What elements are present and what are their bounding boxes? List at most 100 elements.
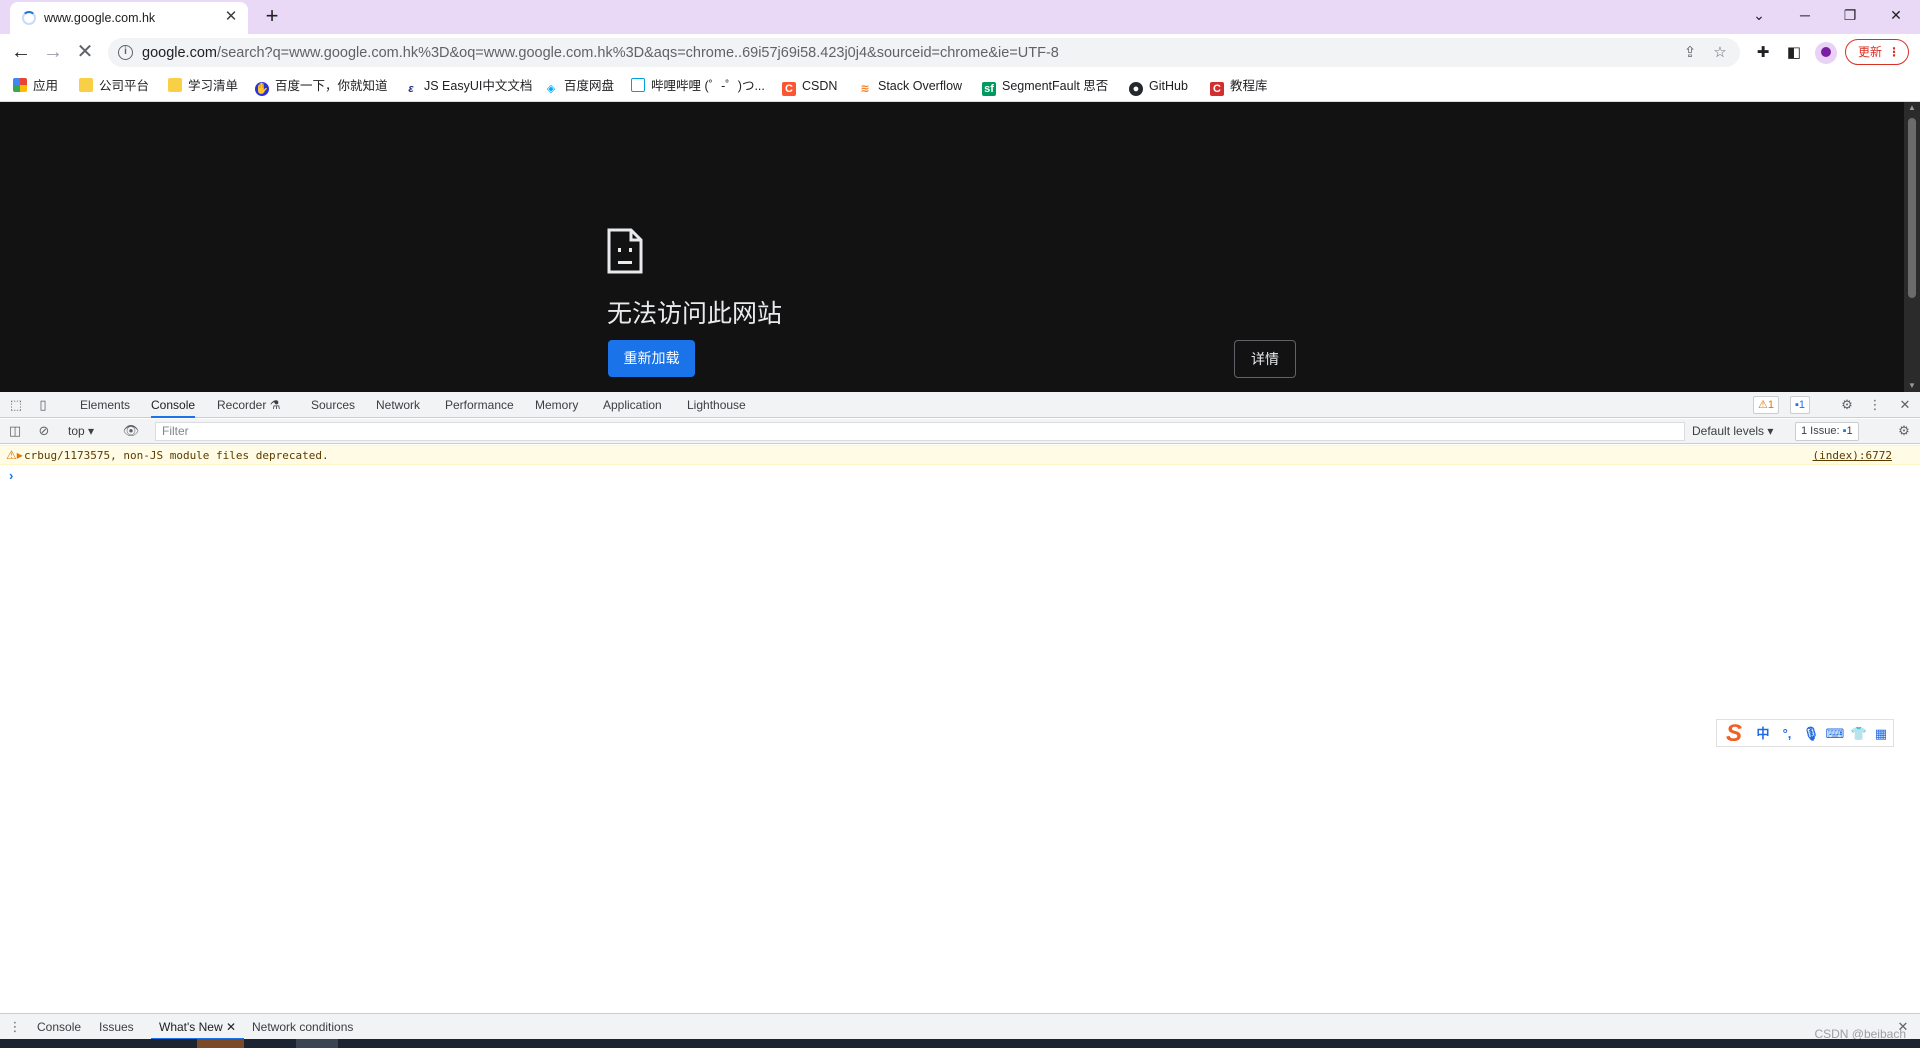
bookmark-star-icon[interactable]: ☆ [1710,43,1730,63]
csdn-icon: C [782,82,796,96]
extensions-puzzle-icon[interactable]: ✚ [1752,42,1774,64]
inspect-element-icon[interactable]: ⬚ [7,396,25,414]
baidu-pan-icon: ◈ [544,82,558,96]
menu-dots-icon: ⋮ [1888,45,1900,59]
devtools-tab-bar: ⬚ ▯ Elements Console Recorder ⚗ Sources … [0,392,1920,418]
tab-application[interactable]: Application [603,392,662,418]
bookmark-label: 应用 [33,79,59,93]
ime-keyboard-icon[interactable]: ⌨ [1825,724,1845,744]
bookmark-easyui[interactable]: ε JS EasyUI中文文档 [404,76,532,96]
bookmark-label: SegmentFault 思否 [1002,79,1109,93]
issues-count-value: 1 [1846,425,1853,437]
tab-elements[interactable]: Elements [80,392,130,418]
profile-avatar[interactable] [1815,42,1837,64]
os-taskbar [0,1039,1920,1048]
new-tab-button[interactable]: + [260,5,284,29]
ime-punctuation-icon[interactable]: °, [1777,724,1797,744]
close-devtools-icon[interactable]: ✕ [1896,396,1914,414]
share-icon[interactable]: ⇪ [1680,43,1700,63]
warnings-badge[interactable]: ⚠1 [1753,396,1779,414]
drawer-menu-icon[interactable]: ⋮ [6,1018,24,1036]
side-panel-icon[interactable]: ◧ [1783,42,1805,64]
tab-console[interactable]: Console [151,392,196,418]
bookmark-github[interactable]: ● GitHub [1129,76,1188,96]
page-scrollbar[interactable]: ▲ ▼ [1904,102,1920,392]
tab-memory[interactable]: Memory [535,392,578,418]
segmentfault-icon: sf [982,82,996,96]
ime-toolbox-icon[interactable]: ▦ [1871,724,1891,744]
drawer-tab-network-conditions[interactable]: Network conditions [252,1014,353,1040]
ime-skin-icon[interactable]: 👕 [1849,724,1869,744]
scroll-up-icon[interactable]: ▲ [1908,104,1916,112]
sogou-logo-icon[interactable]: S [1719,720,1749,748]
console-prompt[interactable]: › [9,468,13,483]
github-icon: ● [1129,82,1143,96]
ime-microphone-icon[interactable]: 🎙 [1801,724,1821,744]
device-toolbar-icon[interactable]: ▯ [34,396,52,414]
bookmark-apps[interactable]: 应用 [13,76,58,96]
drawer-tab-whats-new[interactable]: What's New ✕ [151,1014,245,1040]
messages-badge[interactable]: ▪1 [1790,396,1811,414]
bookmarks-bar: 应用 公司平台 学习清单 ✋ 百度一下，你就知道 ε JS EasyUI中文文档 ◈… [0,70,1920,102]
bookmark-folder-company[interactable]: 公司平台 [79,76,149,96]
update-label: 更新 [1858,45,1883,59]
bookmark-stackoverflow[interactable]: ≋ Stack Overflow [858,76,962,96]
tab-network[interactable]: Network [376,392,420,418]
taskbar-item[interactable] [197,1039,244,1048]
taskbar-item[interactable] [296,1039,338,1048]
bookmark-csdn[interactable]: C CSDN [782,76,837,96]
bookmark-segmentfault[interactable]: sf SegmentFault 思否 [982,76,1108,96]
tab-performance[interactable]: Performance [445,392,514,418]
drawer-tab-label: What's New [159,1020,223,1034]
scrollbar-thumb[interactable] [1908,118,1916,298]
browser-tab[interactable]: www.google.com.hk ✕ [10,2,248,34]
reload-button[interactable]: 重新加载 [608,340,695,377]
tab-sources[interactable]: Sources [311,392,355,418]
bookmark-tutorial[interactable]: C 教程库 [1210,76,1268,96]
tab-lighthouse[interactable]: Lighthouse [687,392,746,418]
ime-toolbar: S 中 °, 🎙 ⌨ 👕 ▦ [1716,719,1894,747]
log-levels-dropdown[interactable]: Default levels ▾ [1692,422,1773,441]
warning-source-link[interactable]: (index):6772 [1813,449,1892,462]
console-warning-row: ⚠▸ crbug/1173575, non-JS module files de… [0,445,1920,465]
site-info-icon[interactable]: i [118,45,133,60]
minimize-button[interactable]: ─ [1791,4,1819,26]
bookmark-label: Stack Overflow [878,79,963,93]
close-tab-icon[interactable]: ✕ [222,8,240,26]
restore-button[interactable]: ❐ [1836,4,1864,26]
bookmark-bilibili[interactable]: 哔哩哔哩 (゜-゜)つ... [631,76,765,96]
context-select[interactable]: top ▾ [68,422,94,441]
ime-chinese-mode-icon[interactable]: 中 [1753,724,1773,744]
bookmark-folder-study[interactable]: 学习清单 [168,76,238,96]
folder-icon [79,78,93,92]
issues-counter[interactable]: 1 Issue: ▪1 [1795,422,1859,441]
live-expression-eye-icon[interactable]: 👁 [122,422,140,440]
drawer-tab-console[interactable]: Console [37,1014,81,1040]
clear-console-icon[interactable]: ⊘ [35,422,53,440]
settings-gear-icon[interactable]: ⚙ [1838,396,1856,414]
console-settings-icon[interactable]: ⚙ [1895,422,1913,440]
console-filter-input[interactable]: Filter [155,422,1685,441]
tab-search-button[interactable]: ⌄ [1745,4,1773,26]
more-options-icon[interactable]: ⋮ [1866,396,1884,414]
warning-icon: ⚠ [1758,399,1768,411]
tab-recorder-label: Recorder [217,398,267,412]
loading-spinner-icon [22,11,36,25]
close-window-button[interactable]: ✕ [1882,4,1910,26]
tab-recorder[interactable]: Recorder ⚗ [217,392,280,418]
forward-button[interactable]: → [41,41,65,65]
scroll-down-icon[interactable]: ▼ [1908,382,1916,390]
close-drawer-tab-icon[interactable]: ✕ [226,1020,236,1034]
bookmark-baidu[interactable]: ✋ 百度一下，你就知道 [255,76,388,96]
bookmark-baidu-pan[interactable]: ◈ 百度网盘 [544,76,614,96]
sidebar-toggle-icon[interactable]: ◫ [6,422,24,440]
messages-count: 1 [1798,399,1806,411]
levels-label: Default levels [1692,424,1765,438]
stop-loading-button[interactable]: ✕ [73,41,97,65]
update-chrome-button[interactable]: 更新 ⋮ [1845,39,1909,65]
drawer-tab-issues[interactable]: Issues [99,1014,134,1040]
back-button[interactable]: ← [9,41,33,65]
address-bar[interactable]: i google.com/search?q=www.google.com.hk%… [108,38,1740,67]
details-button[interactable]: 详情 [1234,340,1296,378]
bilibili-icon [631,78,645,92]
